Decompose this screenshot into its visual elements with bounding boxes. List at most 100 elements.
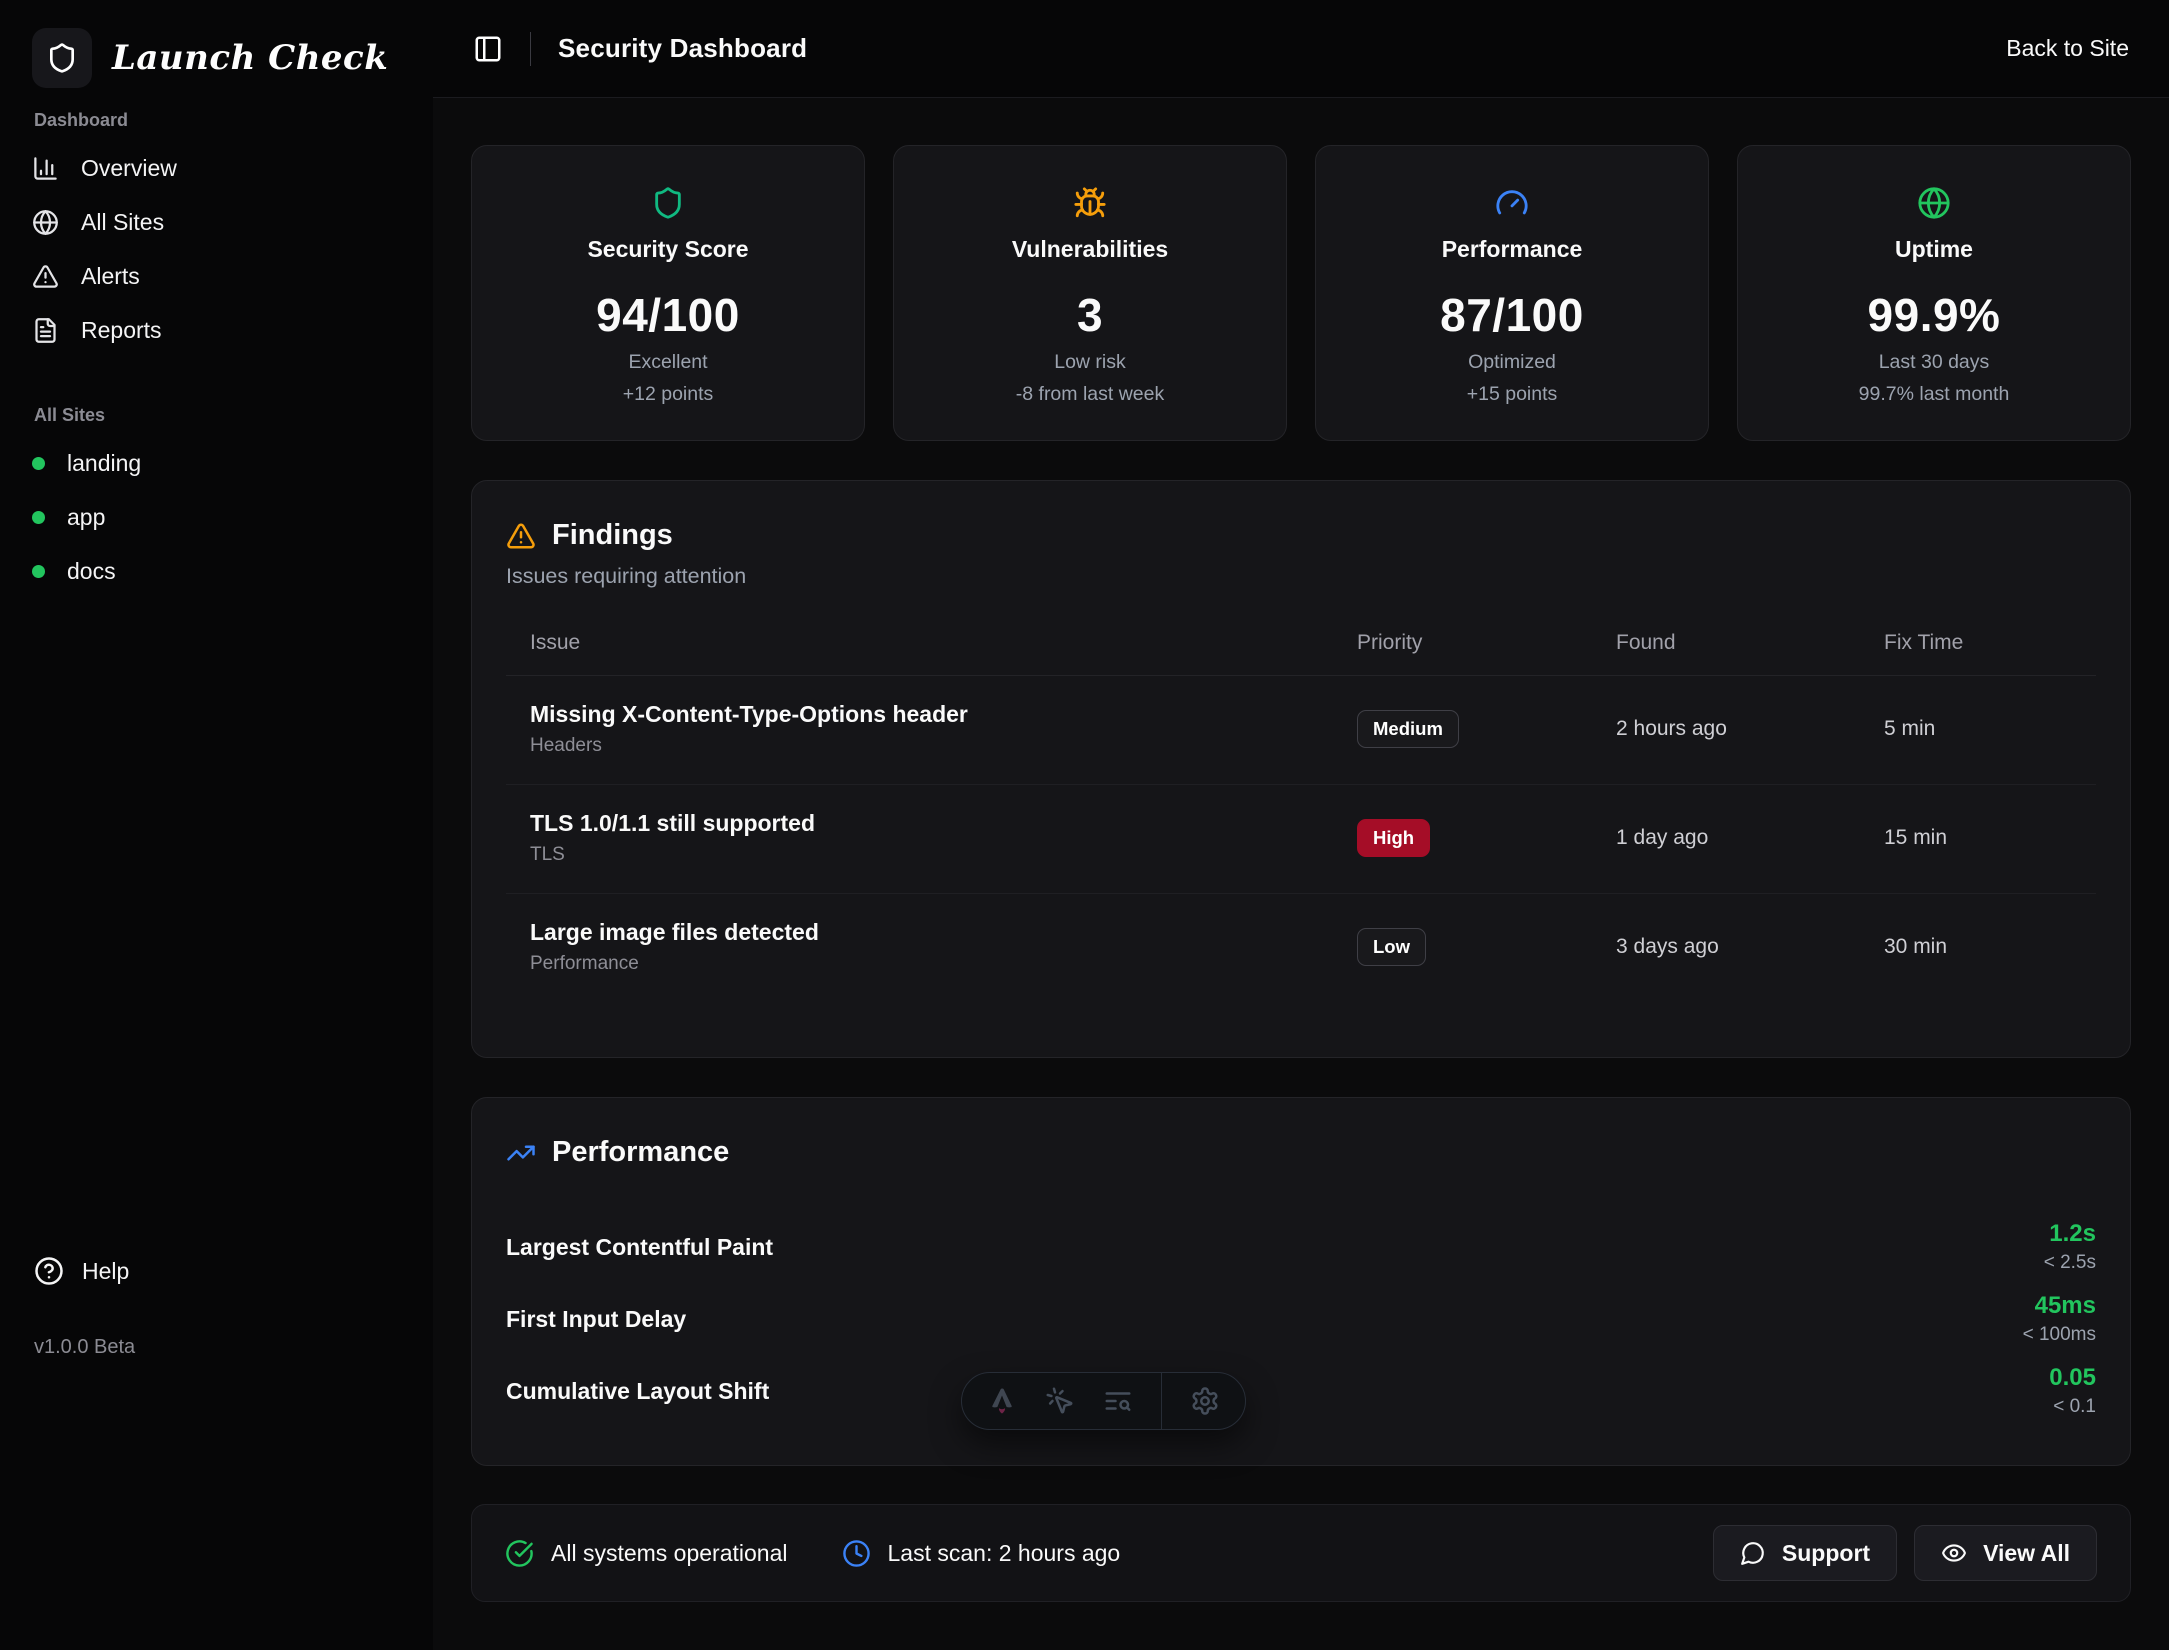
fix-time: 5 min (1884, 717, 2096, 741)
finding-row[interactable]: Large image files detected Performance L… (506, 894, 2096, 1002)
metric-row-lcp: Largest Contentful Paint 1.2s < 2.5s (506, 1211, 2096, 1283)
stat-sub2: +12 points (623, 383, 714, 406)
col-found: Found (1616, 631, 1884, 655)
sidebar-section-all-sites: All Sites (34, 405, 401, 426)
metric-value: 0.05 (2049, 1364, 2096, 1392)
sidebar-site-app[interactable]: app (32, 490, 401, 544)
fix-time: 15 min (1884, 826, 2096, 850)
topbar-divider (530, 32, 531, 66)
help-label: Help (82, 1258, 129, 1285)
sidebar-toggle-button[interactable] (473, 34, 503, 64)
metric-label: First Input Delay (506, 1306, 686, 1333)
globe-icon (32, 209, 59, 236)
site-status-dot (32, 565, 45, 578)
priority-badge: Low (1357, 928, 1426, 966)
gauge-icon (1495, 186, 1529, 220)
nav-label: Overview (81, 155, 177, 182)
site-status-dot (32, 457, 45, 470)
sidebar-site-docs[interactable]: docs (32, 544, 401, 598)
sidebar-item-help[interactable]: Help (34, 1256, 129, 1286)
list-search-icon[interactable] (1103, 1386, 1133, 1416)
finding-row[interactable]: TLS 1.0/1.1 still supported TLS High 1 d… (506, 785, 2096, 894)
panel-left-icon (473, 34, 503, 64)
site-status-dot (32, 511, 45, 524)
stat-title: Security Score (587, 236, 748, 263)
shield-icon (651, 186, 685, 220)
found-time: 2 hours ago (1616, 717, 1884, 741)
findings-table-header: Issue Priority Found Fix Time (506, 631, 2096, 676)
page-title: Security Dashboard (558, 33, 807, 64)
metric-label: Largest Contentful Paint (506, 1234, 773, 1261)
findings-card: Findings Issues requiring attention Issu… (471, 480, 2131, 1058)
last-scan-text: Last scan: 2 hours ago (888, 1540, 1121, 1567)
shield-logo-icon (32, 28, 92, 88)
file-text-icon (32, 317, 59, 344)
stat-value: 87/100 (1440, 288, 1584, 342)
launcher-logo-icon[interactable] (987, 1386, 1017, 1416)
stat-card-uptime: Uptime 99.9% Last 30 days 99.7% last mon… (1737, 145, 2131, 441)
stat-value: 99.9% (1868, 288, 2001, 342)
check-circle-icon (505, 1539, 534, 1568)
metric-label: Cumulative Layout Shift (506, 1378, 769, 1405)
nav-label: All Sites (81, 209, 164, 236)
found-time: 1 day ago (1616, 826, 1884, 850)
finding-row[interactable]: Missing X-Content-Type-Options header He… (506, 676, 2096, 785)
security-dashboard-page: Launch Check Dashboard Overview All Site… (0, 0, 2169, 1650)
support-label: Support (1782, 1540, 1870, 1567)
issue-category: Performance (530, 953, 1357, 975)
stat-card-vulnerabilities: Vulnerabilities 3 Low risk -8 from last … (893, 145, 1287, 441)
issue-category: Headers (530, 735, 1357, 757)
sidebar-item-reports[interactable]: Reports (32, 303, 401, 357)
system-status: All systems operational (505, 1539, 788, 1568)
overlay-toolbar (961, 1372, 1246, 1430)
performance-title: Performance (552, 1136, 729, 1169)
back-to-site-link[interactable]: Back to Site (2006, 35, 2129, 62)
sidebar-item-overview[interactable]: Overview (32, 141, 401, 195)
trending-up-icon (506, 1138, 536, 1168)
site-name: docs (67, 558, 116, 585)
support-button[interactable]: Support (1713, 1525, 1897, 1581)
fix-time: 30 min (1884, 935, 2096, 959)
app-version: v1.0.0 Beta (34, 1336, 135, 1359)
clock-icon (842, 1539, 871, 1568)
sidebar-item-all-sites[interactable]: All Sites (32, 195, 401, 249)
stat-sub1: Optimized (1468, 351, 1556, 374)
stat-value: 94/100 (596, 288, 740, 342)
findings-title: Findings (552, 519, 673, 552)
stat-title: Vulnerabilities (1012, 236, 1168, 263)
site-name: landing (67, 450, 141, 477)
warning-triangle-icon (506, 521, 536, 551)
issue-title: Large image files detected (530, 919, 1357, 946)
alert-triangle-icon (32, 263, 59, 290)
issue-title: Missing X-Content-Type-Options header (530, 701, 1357, 728)
col-priority: Priority (1357, 631, 1616, 655)
app-logo[interactable]: Launch Check (32, 28, 401, 88)
toolbar-divider (1161, 1373, 1162, 1429)
status-bar: All systems operational Last scan: 2 hou… (471, 1504, 2131, 1602)
topbar: Security Dashboard Back to Site (433, 0, 2169, 98)
metric-value: 45ms (2023, 1292, 2096, 1320)
main-area: Security Dashboard Back to Site Security… (433, 0, 2169, 1650)
stat-sub1: Excellent (628, 351, 707, 374)
col-fix-time: Fix Time (1884, 631, 2096, 655)
status-text: All systems operational (551, 1540, 788, 1567)
help-circle-icon (34, 1256, 64, 1286)
priority-badge: High (1357, 819, 1430, 857)
settings-gear-icon[interactable] (1190, 1386, 1220, 1416)
globe-icon (1917, 186, 1951, 220)
priority-badge: Medium (1357, 710, 1459, 748)
dashboard-content: Security Score 94/100 Excellent +12 poin… (433, 98, 2169, 1649)
view-all-label: View All (1983, 1540, 2070, 1567)
stats-row: Security Score 94/100 Excellent +12 poin… (471, 145, 2131, 441)
stat-sub1: Last 30 days (1879, 351, 1990, 374)
sidebar-item-alerts[interactable]: Alerts (32, 249, 401, 303)
sidebar-site-landing[interactable]: landing (32, 436, 401, 490)
metric-threshold: < 100ms (2023, 1324, 2096, 1346)
col-issue: Issue (506, 631, 1357, 655)
stat-card-security-score: Security Score 94/100 Excellent +12 poin… (471, 145, 865, 441)
view-all-button[interactable]: View All (1914, 1525, 2097, 1581)
findings-table: Issue Priority Found Fix Time Missing X-… (506, 631, 2096, 1002)
pointer-click-icon[interactable] (1045, 1386, 1075, 1416)
eye-icon (1941, 1540, 1967, 1566)
stat-sub1: Low risk (1054, 351, 1126, 374)
